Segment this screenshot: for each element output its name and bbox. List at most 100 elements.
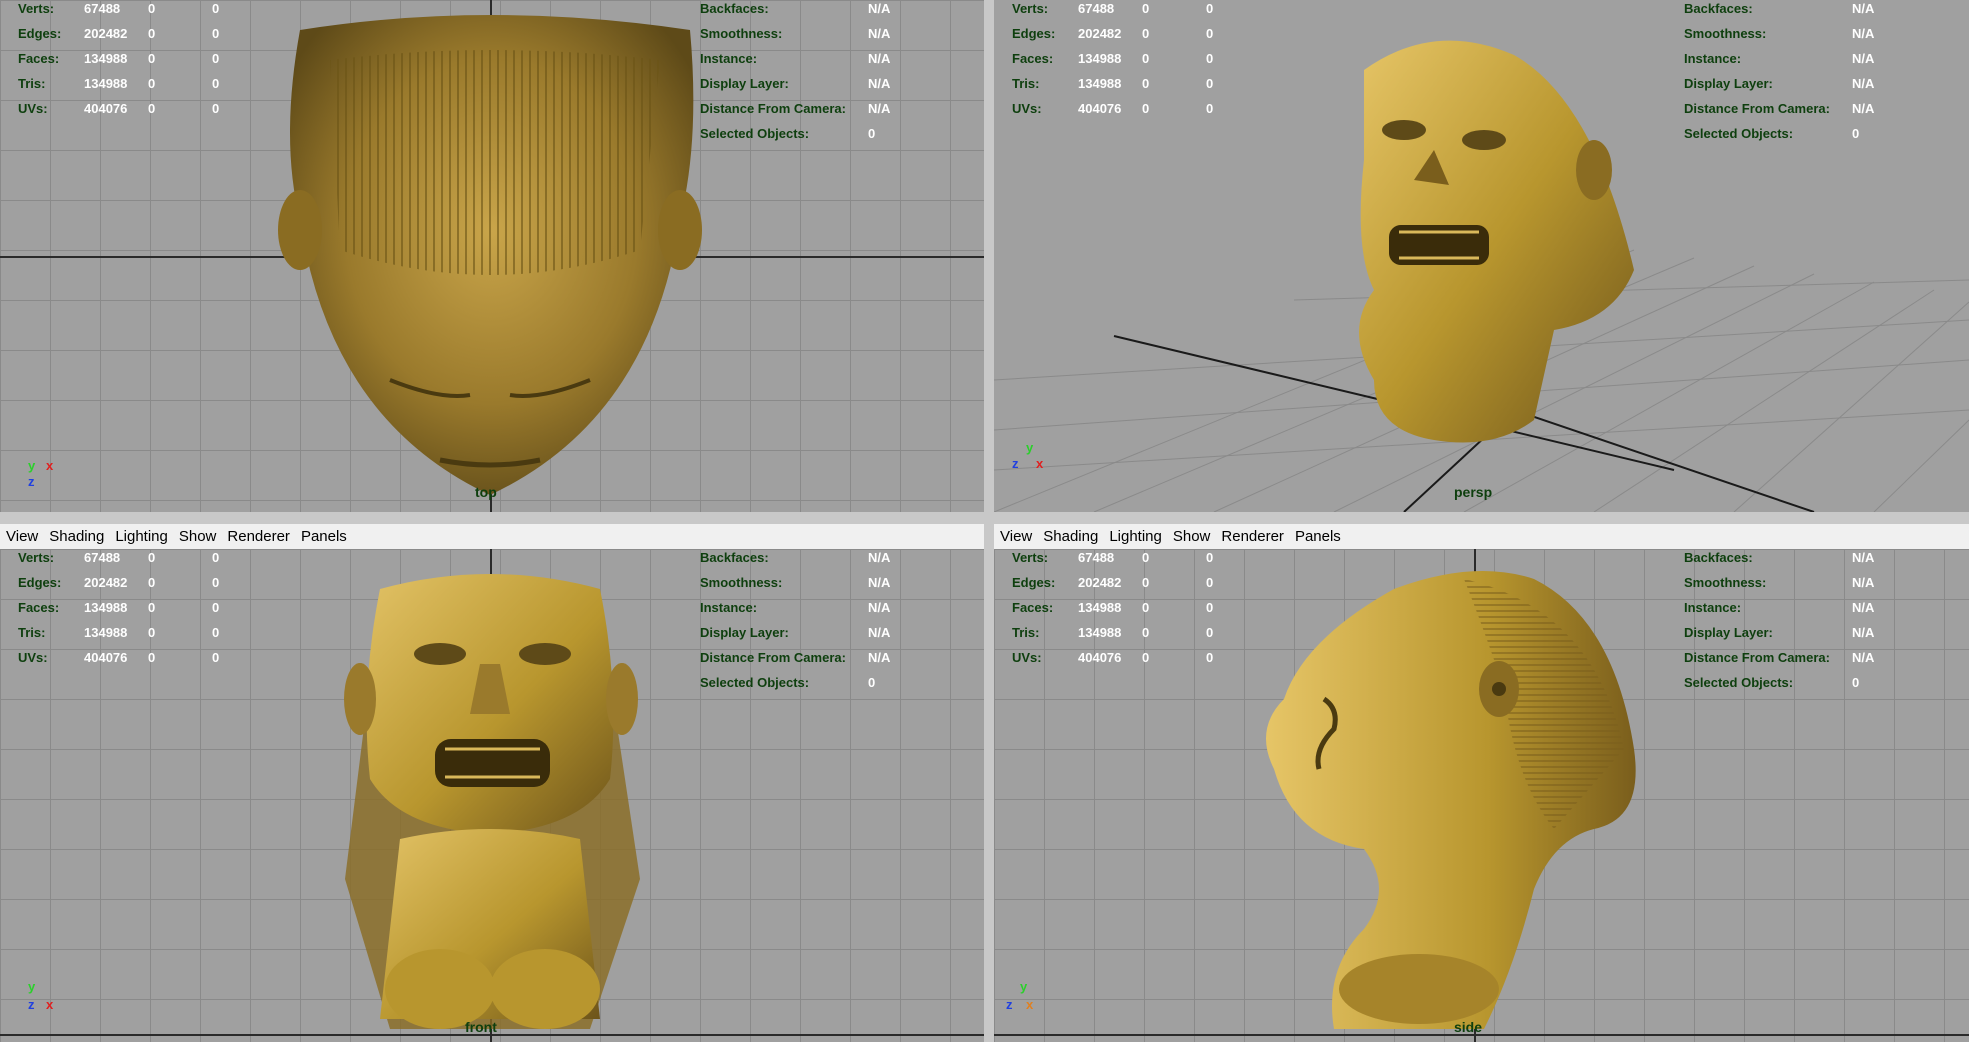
- hud-stat-c1: 0: [148, 550, 156, 565]
- hud-stat-c1: 0: [148, 600, 156, 615]
- hud-info-label: Instance:: [1684, 51, 1742, 66]
- hud-stat-c2: 0: [212, 101, 220, 116]
- hud-stat-c2: 0: [1206, 650, 1214, 665]
- hud-info-value: N/A: [1852, 101, 1875, 116]
- hud-stat-label: Tris:: [1012, 625, 1040, 640]
- hud-info-value: N/A: [1852, 76, 1875, 91]
- hud-stat-c1: 0: [1142, 650, 1150, 665]
- hud-info-row: Instance: N/A: [1684, 595, 1874, 620]
- hud-info-row: Backfaces: N/A: [700, 0, 890, 21]
- hud-info-label: Selected Objects:: [1684, 126, 1794, 141]
- hud-stat-c1: 0: [148, 650, 156, 665]
- menu-panels[interactable]: Panels: [301, 528, 347, 545]
- hud-stat-label: UVs:: [1012, 101, 1042, 116]
- hud-stat-c1: 0: [148, 76, 156, 91]
- hud-stat-c2: 0: [212, 51, 220, 66]
- hud-stat-c1: 0: [148, 26, 156, 41]
- menu-show[interactable]: Show: [1173, 528, 1211, 545]
- hud-info-row: Display Layer: N/A: [1684, 620, 1874, 645]
- hud-stat-c2: 0: [1206, 625, 1214, 640]
- hud-stat-value: 67488: [1078, 550, 1115, 565]
- hud-info-value: 0: [868, 675, 876, 690]
- menu-view[interactable]: View: [6, 528, 38, 545]
- hud-info-row: Smoothness: N/A: [700, 570, 890, 595]
- hud-stat-value: 67488: [1078, 1, 1115, 16]
- hud-stat-row: Faces: 134988 0 0: [1012, 46, 1270, 71]
- hud-stat-c1: 0: [148, 51, 156, 66]
- hud-stat-c1: 0: [1142, 26, 1150, 41]
- hud-info-label: Display Layer:: [1684, 76, 1773, 91]
- menu-view[interactable]: View: [1000, 528, 1032, 545]
- hud-info-value: N/A: [1852, 625, 1875, 640]
- hud-info-row: Smoothness: N/A: [700, 21, 890, 46]
- hud-info-value: N/A: [868, 1, 891, 16]
- hud-info-label: Smoothness:: [700, 26, 783, 41]
- hud-stats-top: Verts: 67488 0 0 Edges: 202482 0 0 Faces: 134988 0…: [18, 0, 276, 121]
- viewport-front[interactable]: Verts: 67488 0 0 Edges: 202482 0 0 Faces: 134988 0…: [0, 549, 984, 1042]
- hud-stat-c1: 0: [1142, 575, 1150, 590]
- hud-stat-c2: 0: [212, 575, 220, 590]
- hud-info-value: 0: [868, 126, 876, 141]
- hud-stat-row: Edges: 202482 0 0: [1012, 21, 1270, 46]
- hud-info-label: Selected Objects:: [1684, 675, 1794, 690]
- hud-stat-label: Faces:: [18, 51, 60, 66]
- hud-stat-label: Tris:: [1012, 76, 1040, 91]
- menu-shading[interactable]: Shading: [1043, 528, 1098, 545]
- hud-info-row: Distance From Camera: N/A: [1684, 96, 1874, 121]
- hud-stat-c2: 0: [1206, 575, 1214, 590]
- axis-gizmo-persp: y z x: [1012, 440, 1044, 471]
- menu-lighting[interactable]: Lighting: [1109, 528, 1162, 545]
- hud-stat-c1: 0: [1142, 600, 1150, 615]
- hud-stat-value: 134988: [1078, 600, 1122, 615]
- viewport-persp-panel[interactable]: Verts: 67488 0 0 Edges: 202482 0 0 Faces: 134988 0…: [994, 0, 1969, 512]
- hud-stat-row: UVs: 404076 0 0: [18, 645, 276, 670]
- camera-label-persp: persp: [1454, 484, 1493, 500]
- hud-info-value: N/A: [1852, 575, 1875, 590]
- hud-stat-value: 404076: [84, 650, 128, 665]
- hud-stat-value: 134988: [84, 600, 128, 615]
- hud-info-label: Distance From Camera:: [700, 650, 846, 665]
- camera-label-front: front: [465, 1019, 497, 1035]
- menu-shading[interactable]: Shading: [49, 528, 104, 545]
- menu-lighting[interactable]: Lighting: [115, 528, 168, 545]
- hud-stat-c1: 0: [148, 625, 156, 640]
- hud-stat-label: Verts:: [18, 550, 55, 565]
- hud-stat-label: Faces:: [18, 600, 60, 615]
- hud-stat-c2: 0: [212, 76, 220, 91]
- hud-stat-value: 134988: [1078, 625, 1122, 640]
- hud-stat-row: Edges: 202482 0 0: [1012, 570, 1270, 595]
- hud-stat-c1: 0: [1142, 76, 1150, 91]
- hud-stat-c2: 0: [1206, 51, 1214, 66]
- hud-stat-row: Faces: 134988 0 0: [1012, 595, 1270, 620]
- hud-info-label: Distance From Camera:: [1684, 650, 1830, 665]
- menu-panels[interactable]: Panels: [1295, 528, 1341, 545]
- hud-stat-row: Tris: 134988 0 0: [1012, 71, 1270, 96]
- menubar-front: View Shading Lighting Show Renderer Pane…: [0, 524, 984, 549]
- menubar-side: View Shading Lighting Show Renderer Pane…: [994, 524, 1969, 549]
- menu-renderer[interactable]: Renderer: [227, 528, 290, 545]
- viewport-side[interactable]: Verts: 67488 0 0 Edges: 202482 0 0 Faces: 134988 0…: [994, 549, 1969, 1042]
- hud-stat-c2: 0: [1206, 600, 1214, 615]
- hud-info-row: Smoothness: N/A: [1684, 21, 1874, 46]
- menu-show[interactable]: Show: [179, 528, 217, 545]
- axis-gizmo-front: y z x: [28, 979, 54, 1012]
- hud-info-value: N/A: [868, 550, 891, 565]
- hud-stat-c1: 0: [148, 1, 156, 16]
- axis-gizmo-side: y z x: [1006, 979, 1034, 1012]
- menu-renderer[interactable]: Renderer: [1221, 528, 1284, 545]
- viewport-front-panel[interactable]: View Shading Lighting Show Renderer Pane…: [0, 524, 984, 1042]
- hud-stat-label: UVs:: [18, 650, 48, 665]
- hud-stat-c2: 0: [212, 26, 220, 41]
- hud-stat-c1: 0: [1142, 51, 1150, 66]
- viewport-top[interactable]: Verts: 67488 0 0 Edges: 202482 0 0 Faces: 134988 0…: [0, 0, 984, 512]
- hud-info-value: 0: [1852, 675, 1860, 690]
- viewport-top-panel[interactable]: Verts: 67488 0 0 Edges: 202482 0 0 Faces: 134988 0…: [0, 0, 984, 512]
- hud-stat-value: 404076: [84, 101, 128, 116]
- hud-stat-c1: 0: [1142, 101, 1150, 116]
- viewport-side-panel[interactable]: View Shading Lighting Show Renderer Pane…: [994, 524, 1969, 1042]
- hud-info-row: Display Layer: N/A: [700, 620, 890, 645]
- hud-info-label: Backfaces:: [1684, 1, 1753, 16]
- viewport-persp[interactable]: Verts: 67488 0 0 Edges: 202482 0 0 Faces: 134988 0…: [994, 0, 1969, 512]
- hud-stat-label: UVs:: [1012, 650, 1042, 665]
- hud-stat-c2: 0: [1206, 26, 1214, 41]
